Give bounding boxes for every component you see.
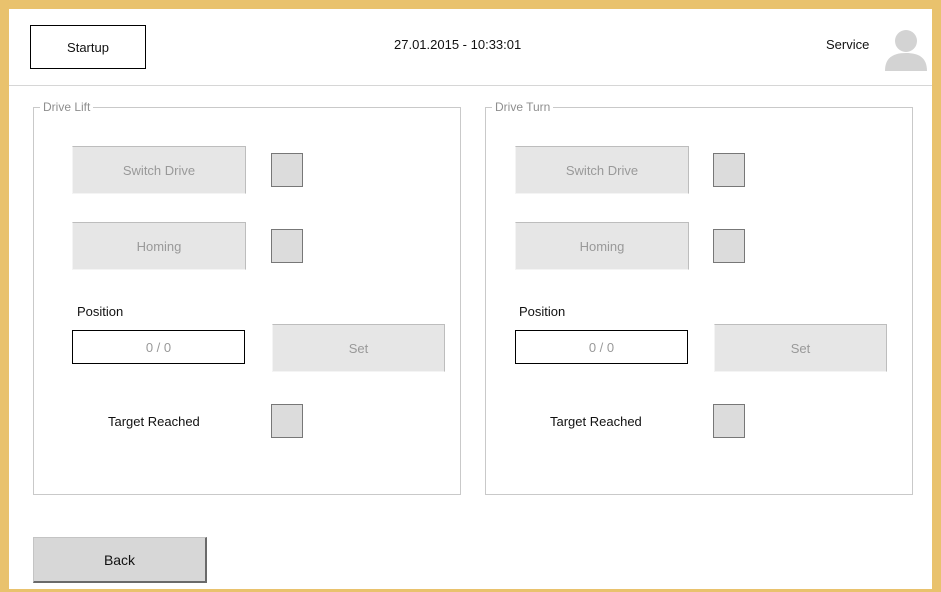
set-button[interactable]: Set bbox=[272, 324, 445, 372]
position-label: Position bbox=[77, 304, 124, 319]
target-reached-indicator bbox=[271, 404, 303, 438]
startup-button[interactable]: Startup bbox=[30, 25, 146, 69]
back-button[interactable]: Back bbox=[33, 537, 207, 583]
drive-lift-group: Drive Lift Switch Drive Homing Position … bbox=[33, 100, 461, 495]
homing-indicator bbox=[713, 229, 745, 263]
switch-drive-indicator bbox=[713, 153, 745, 187]
switch-drive-indicator bbox=[271, 153, 303, 187]
homing-button[interactable]: Homing bbox=[72, 222, 246, 270]
homing-indicator bbox=[271, 229, 303, 263]
target-reached-label: Target Reached bbox=[108, 414, 200, 429]
hmi-screen: Startup 27.01.2015 - 10:33:01 Service Dr… bbox=[9, 9, 932, 589]
switch-drive-button[interactable]: Switch Drive bbox=[515, 146, 689, 194]
service-label: Service bbox=[826, 37, 870, 52]
position-field[interactable]: 0 / 0 bbox=[72, 330, 245, 364]
datetime-display: 27.01.2015 - 10:33:01 bbox=[394, 37, 522, 52]
position-field[interactable]: 0 / 0 bbox=[515, 330, 688, 364]
header-divider bbox=[9, 85, 932, 86]
set-button[interactable]: Set bbox=[714, 324, 887, 372]
drive-turn-group: Drive Turn Switch Drive Homing Position … bbox=[485, 100, 913, 495]
position-label: Position bbox=[519, 304, 566, 319]
user-avatar-icon[interactable] bbox=[882, 27, 930, 71]
switch-drive-button[interactable]: Switch Drive bbox=[72, 146, 246, 194]
target-reached-indicator bbox=[713, 404, 745, 438]
group-title: Drive Lift bbox=[40, 100, 94, 114]
homing-button[interactable]: Homing bbox=[515, 222, 689, 270]
group-title: Drive Turn bbox=[492, 100, 554, 114]
target-reached-label: Target Reached bbox=[550, 414, 642, 429]
